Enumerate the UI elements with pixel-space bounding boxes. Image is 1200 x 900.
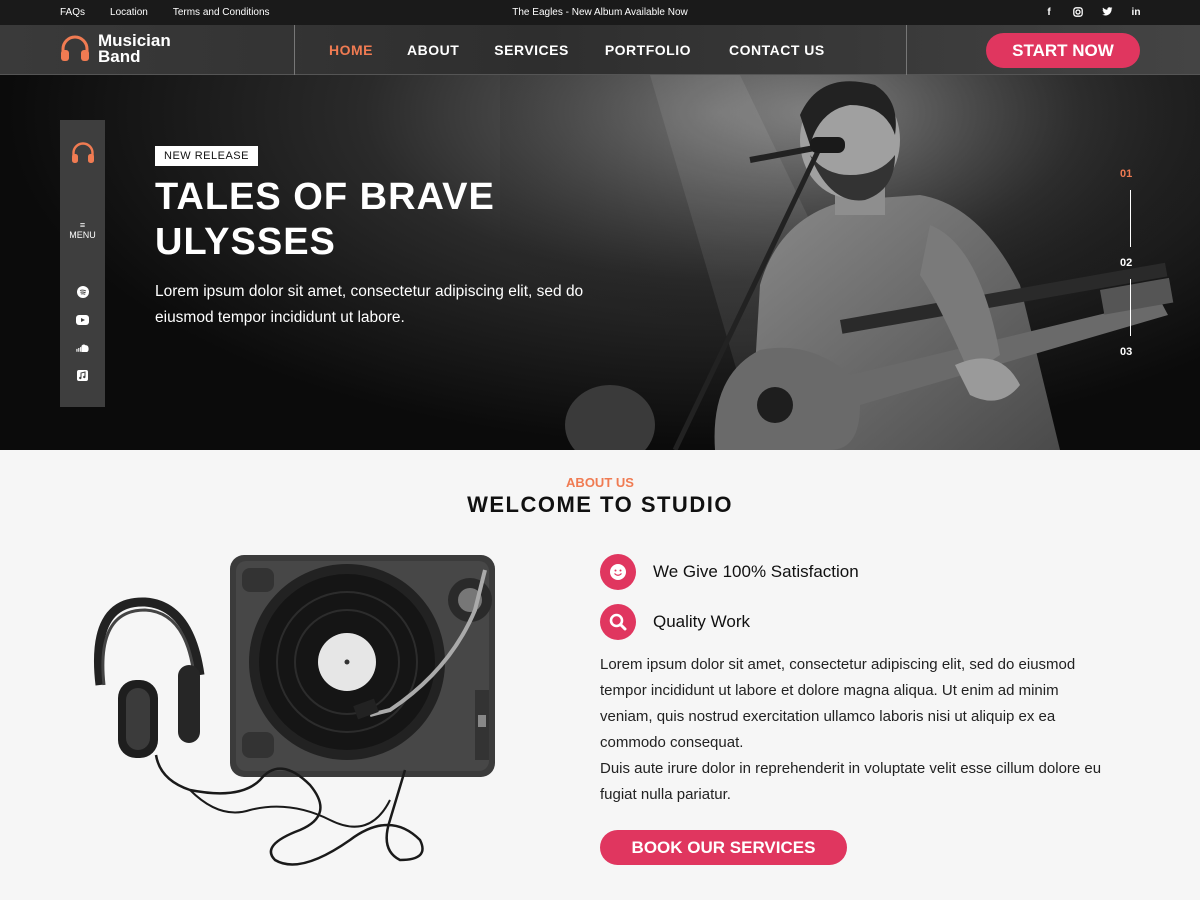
about-title: WELCOME TO STUDIO (467, 492, 733, 517)
logo-line-2: Band (98, 47, 141, 66)
hero-title-line-2: ULYSSES (155, 221, 336, 263)
slide-03[interactable]: 03 (1120, 346, 1132, 358)
turntable-headphones-image (93, 555, 495, 866)
hero-title-line-1: TALES OF BRAVE (155, 176, 495, 218)
nav-divider (294, 25, 295, 75)
feature-quality: Quality Work (600, 604, 750, 640)
side-menu: ≡ MENU (60, 120, 105, 407)
headphones-logo-icon (61, 35, 89, 61)
new-release-badge: NEW RELEASE (155, 146, 258, 166)
twitter-icon[interactable] (1101, 6, 1113, 18)
linkedin-icon[interactable]: in (1130, 6, 1142, 18)
top-social-links: f in (1043, 6, 1142, 18)
nav-home[interactable]: HOME (329, 42, 373, 58)
instagram-icon[interactable] (1072, 6, 1084, 18)
nav-services[interactable]: SERVICES (494, 42, 569, 58)
search-icon (600, 604, 636, 640)
faqs-link[interactable]: FAQs (60, 7, 85, 18)
feature-satisfaction: We Give 100% Satisfaction (600, 554, 859, 590)
pager-line (1130, 190, 1131, 247)
music-app-icon[interactable] (76, 369, 89, 382)
site-logo[interactable]: Musician Band (60, 32, 171, 66)
top-bar: FAQs Location Terms and Conditions The E… (0, 0, 1200, 25)
slide-02[interactable]: 02 (1120, 257, 1132, 269)
about-paragraph-line: Duis aute irure dolor in reprehenderit i… (600, 760, 1102, 777)
spotify-icon[interactable] (76, 285, 89, 298)
youtube-icon[interactable] (76, 313, 89, 326)
start-now-button[interactable]: START NOW (986, 33, 1140, 68)
nav-divider (906, 25, 907, 75)
hero-section: ≡ MENU NEW RELEASE TALES OF BRAVE ULYSSE… (0, 75, 1200, 450)
smiley-icon (600, 554, 636, 590)
about-paragraph-line: fugiat nulla pariatur. (600, 786, 731, 803)
about-paragraph: Lorem ipsum dolor sit amet, consectetur … (600, 652, 1145, 808)
soundcloud-icon[interactable] (76, 341, 89, 354)
hero-description-line-2: eiusmod tempor incididunt ut labore. (155, 309, 405, 326)
headphones-icon[interactable] (71, 142, 95, 164)
facebook-icon[interactable]: f (1043, 6, 1055, 18)
nav-about[interactable]: ABOUT (407, 42, 459, 58)
menu-toggle[interactable]: ≡ MENU (60, 220, 105, 240)
main-header: Musician Band HOME ABOUT SERVICES PORTFO… (0, 25, 1200, 75)
nav-contact-us[interactable]: CONTACT US (729, 42, 825, 58)
hero-description-line-1: Lorem ipsum dolor sit amet, consectetur … (155, 283, 584, 300)
feature-label: We Give 100% Satisfaction (653, 562, 859, 581)
pager-line (1130, 279, 1131, 336)
menu-label: MENU (69, 230, 96, 240)
main-nav: HOME ABOUT SERVICES PORTFOLIO CONTACT US (312, 42, 825, 58)
about-paragraph-line: commodo consequat. (600, 734, 744, 751)
about-paragraph-line: veniam, quis nostrud exercitation ullamc… (600, 708, 1056, 725)
hero-title: TALES OF BRAVE ULYSSES (155, 175, 675, 265)
book-our-services-button[interactable]: BOOK OUR SERVICES (600, 830, 847, 865)
hero-description: Lorem ipsum dolor sit amet, consectetur … (155, 279, 615, 331)
slide-01[interactable]: 01 (1120, 168, 1132, 180)
location-link[interactable]: Location (110, 7, 148, 18)
menu-icon: ≡ (79, 220, 86, 230)
about-subtitle: ABOUT US (566, 475, 634, 490)
feature-label: Quality Work (653, 612, 750, 631)
about-paragraph-line: tempor incididunt ut labore et dolore ma… (600, 682, 1059, 699)
about-paragraph-line: Lorem ipsum dolor sit amet, consectetur … (600, 656, 1076, 673)
nav-portfolio[interactable]: PORTFOLIO (605, 42, 691, 58)
terms-link[interactable]: Terms and Conditions (173, 7, 270, 18)
top-links: FAQs Location Terms and Conditions (60, 7, 270, 18)
